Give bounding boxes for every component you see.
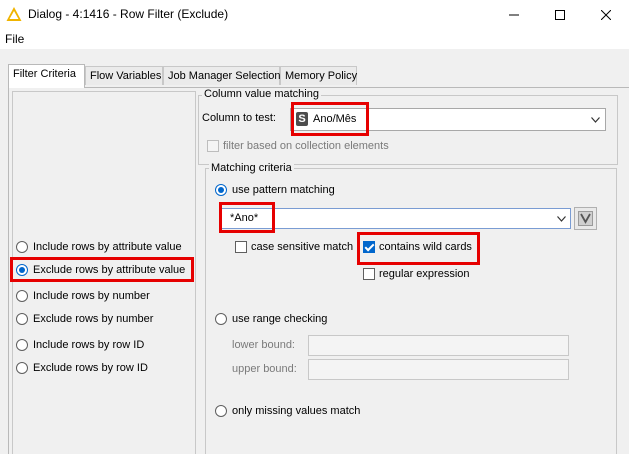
tab-job-manager-selection[interactable]: Job Manager Selection [163, 66, 281, 85]
warning-triangle-icon [6, 7, 22, 21]
tab-filter-criteria[interactable]: Filter Criteria [8, 64, 85, 88]
radio-circle[interactable] [215, 313, 227, 325]
radio-circle[interactable] [16, 290, 28, 302]
wildcards-label: contains wild cards [379, 241, 472, 253]
radio-use-range-checking[interactable]: use range checking [215, 313, 327, 325]
radio-circle-selected[interactable] [16, 264, 28, 276]
upper-bound-label: upper bound: [232, 363, 297, 375]
radio-exclude-by-row-id[interactable]: Exclude rows by row ID [16, 362, 148, 374]
radio-label: Exclude rows by row ID [33, 362, 148, 374]
minimize-button[interactable] [491, 0, 537, 29]
column-select-value: Ano/Mês [313, 113, 357, 125]
radio-only-missing-values[interactable]: only missing values match [215, 405, 360, 417]
case-sensitive-checkbox[interactable] [235, 241, 247, 253]
radio-circle-selected[interactable] [215, 184, 227, 196]
case-sensitive-checkbox-row[interactable]: case sensitive match [235, 241, 353, 253]
string-type-badge: S [296, 112, 308, 126]
radio-label: only missing values match [232, 405, 361, 417]
column-select[interactable]: S Ano/Mês [290, 108, 606, 131]
radio-include-by-attribute[interactable]: Include rows by attribute value [16, 241, 182, 253]
menu-bar [0, 29, 629, 49]
chevron-down-icon [591, 117, 600, 123]
radio-include-by-row-id[interactable]: Include rows by row ID [16, 339, 144, 351]
wildcards-checkbox[interactable] [363, 241, 375, 253]
lower-bound-input[interactable] [308, 335, 569, 356]
chevron-down-icon [557, 216, 566, 222]
radio-include-by-number[interactable]: Include rows by number [16, 290, 150, 302]
group-title-column-matching: Column value matching [202, 88, 321, 100]
lower-bound-label: lower bound: [232, 339, 295, 351]
flow-variable-icon [578, 211, 593, 226]
radio-label: Exclude rows by number [33, 313, 154, 325]
radio-circle[interactable] [215, 405, 227, 417]
wildcards-checkbox-row[interactable]: contains wild cards [363, 241, 472, 253]
collection-elements-checkbox[interactable] [207, 140, 219, 152]
radio-label: use pattern matching [232, 184, 335, 196]
radio-label: Exclude rows by attribute value [33, 264, 186, 276]
pattern-input[interactable]: *Ano* [221, 208, 571, 229]
radio-exclude-by-attribute[interactable]: Exclude rows by attribute value [16, 264, 185, 276]
flow-variable-button[interactable] [574, 207, 597, 230]
maximize-button[interactable] [537, 0, 583, 29]
radio-circle[interactable] [16, 241, 28, 253]
close-icon [601, 9, 611, 20]
case-sensitive-label: case sensitive match [251, 241, 354, 253]
radio-label: use range checking [232, 313, 328, 325]
minimize-icon [509, 14, 519, 15]
group-title-matching-criteria: Matching criteria [209, 162, 294, 174]
pattern-value: *Ano* [230, 212, 259, 224]
radio-label: Include rows by row ID [33, 339, 145, 351]
tab-memory-policy[interactable]: Memory Policy [280, 66, 357, 85]
radio-label: Include rows by number [33, 290, 150, 302]
collection-elements-checkbox-row[interactable]: filter based on collection elements [207, 140, 389, 152]
radio-use-pattern-matching[interactable]: use pattern matching [215, 184, 335, 196]
radio-circle[interactable] [16, 362, 28, 374]
tab-flow-variables[interactable]: Flow Variables [85, 66, 163, 85]
regex-checkbox-row[interactable]: regular expression [363, 268, 470, 280]
close-button[interactable] [583, 0, 629, 29]
radio-circle[interactable] [16, 313, 28, 325]
regex-checkbox[interactable] [363, 268, 375, 280]
radio-exclude-by-number[interactable]: Exclude rows by number [16, 313, 153, 325]
collection-elements-label: filter based on collection elements [223, 140, 389, 152]
upper-bound-input[interactable] [308, 359, 569, 380]
radio-label: Include rows by attribute value [33, 241, 182, 253]
column-to-test-label: Column to test: [202, 112, 276, 124]
menu-file[interactable]: File [5, 32, 24, 46]
regex-label: regular expression [379, 268, 470, 280]
maximize-icon [555, 9, 565, 20]
window-title: Dialog - 4:1416 - Row Filter (Exclude) [28, 7, 229, 21]
radio-circle[interactable] [16, 339, 28, 351]
